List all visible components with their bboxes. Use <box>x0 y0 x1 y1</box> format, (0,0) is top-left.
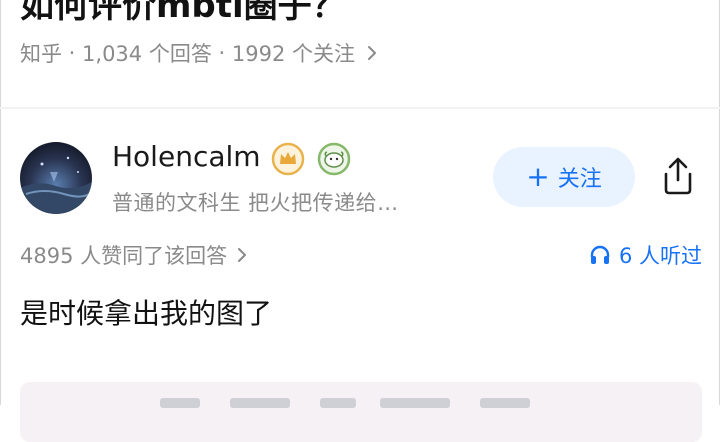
section-divider <box>0 107 720 109</box>
image-peek-mark <box>230 398 290 408</box>
listeners-link[interactable]: 6 人听过 <box>589 240 702 270</box>
upvote-text: 4895 人赞同了该回答 <box>20 244 228 268</box>
answer-count: 1,034 个回答 <box>82 42 212 66</box>
sheep-badge-icon[interactable] <box>317 142 351 176</box>
author-name[interactable]: Holencalm <box>112 140 261 173</box>
answer-content[interactable]: 是时候拿出我的图了 <box>20 292 272 332</box>
image-peek-mark <box>380 398 450 408</box>
image-peek-mark <box>320 398 356 408</box>
answer-image-card[interactable] <box>20 382 702 442</box>
question-source: 知乎 <box>20 42 62 66</box>
left-edge-line <box>0 0 1 405</box>
author-bio: 普通的文科生 把火把传递给… <box>112 191 399 215</box>
follow-label: 关注 <box>557 167 602 192</box>
headphones-icon <box>590 245 610 264</box>
share-icon[interactable] <box>660 156 696 196</box>
plus-icon: + <box>526 160 550 193</box>
chevron-right-icon <box>237 247 247 263</box>
question-meta[interactable]: 知乎 · 1,034 个回答 · 1992 个关注 <box>20 38 377 68</box>
image-peek-mark <box>160 398 200 408</box>
image-peek-mark <box>480 398 530 408</box>
meta-separator: · <box>62 41 83 65</box>
follow-button[interactable]: + 关注 <box>493 147 635 207</box>
chevron-right-icon <box>367 45 377 61</box>
follower-count: 1992 个关注 <box>231 42 355 66</box>
upvote-summary[interactable]: 4895 人赞同了该回答 <box>20 240 247 270</box>
meta-separator: · <box>211 41 232 65</box>
question-title[interactable]: 如何评价mbti圈子？ <box>20 0 346 27</box>
crown-badge-icon[interactable] <box>271 142 305 176</box>
author-avatar[interactable] <box>20 142 92 214</box>
listeners-text: 6 人听过 <box>618 244 702 268</box>
